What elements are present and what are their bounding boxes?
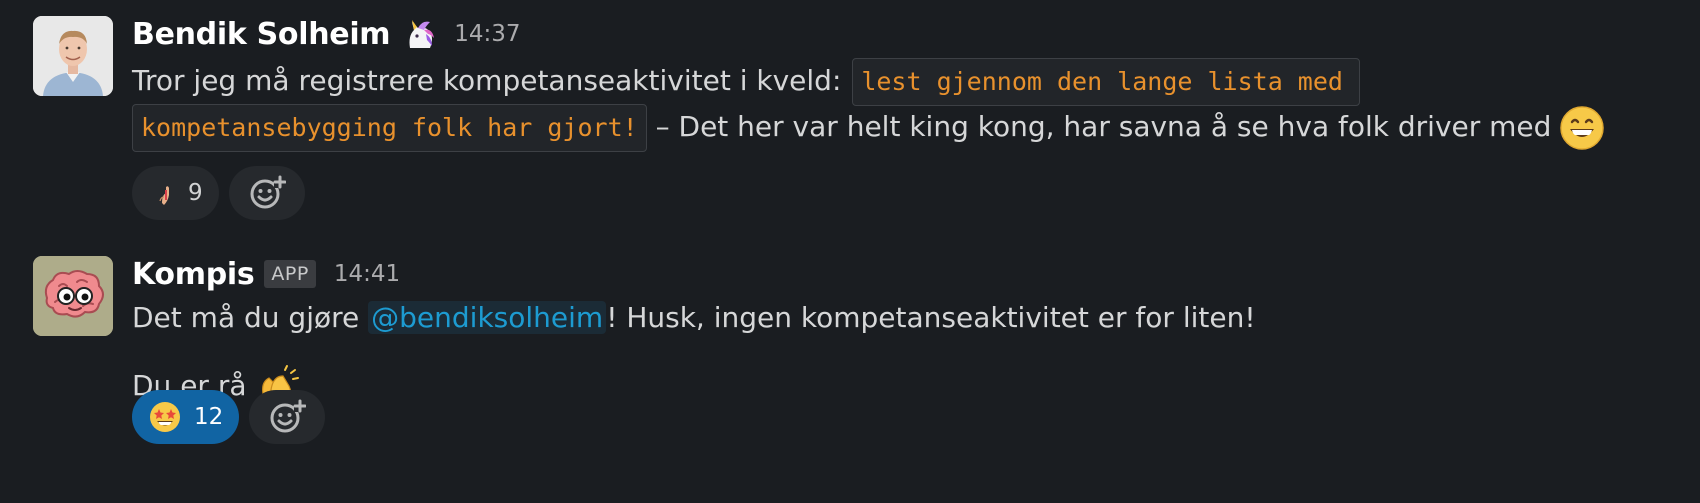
reaction-star-struck[interactable]: 12 — [132, 390, 240, 444]
message-text: ! Husk, ingen kompetanseaktivitet er for… — [606, 301, 1256, 334]
reaction-count: 9 — [188, 180, 203, 206]
author-name[interactable]: Kompis — [132, 257, 255, 292]
grinning-face-icon — [1560, 106, 1605, 150]
message-text: Det må du gjøre — [132, 301, 360, 334]
author-name[interactable]: Bendik Solheim — [132, 17, 391, 52]
reaction-flexed-biceps[interactable]: 9 — [132, 166, 219, 220]
message-kompis: Kompis APP 14:41 Det må du gjøre @bendik… — [0, 240, 1700, 503]
message-line-1: Det må du gjøre @bendiksolheim! Husk, in… — [132, 298, 1256, 338]
timestamp[interactable]: 14:41 — [334, 261, 400, 287]
inline-code: lest gjennom den lange lista med — [852, 58, 1360, 106]
avatar[interactable] — [33, 256, 113, 336]
reactions-bar: 9 — [132, 166, 305, 220]
message-bendik: Bendik Solheim 14:37 Tror jeg må registr… — [0, 0, 1700, 240]
message-text: – Det her var helt king kong, har savna … — [655, 110, 1552, 143]
add-emoji-icon — [250, 175, 286, 209]
avatar[interactable] — [33, 16, 113, 96]
message-line-1: Tror jeg må registrere kompetanseaktivit… — [132, 58, 1360, 106]
timestamp[interactable]: 14:37 — [454, 21, 520, 47]
brain-mascot-icon — [33, 256, 113, 336]
unicorn-icon — [409, 20, 435, 48]
user-photo-icon — [33, 16, 113, 96]
message-line-2: kompetansebygging folk har gjort! – Det … — [132, 104, 1605, 152]
inline-code: kompetansebygging folk har gjort! — [132, 104, 647, 152]
reactions-bar: 12 — [132, 390, 326, 444]
flexed-biceps-icon — [159, 186, 169, 205]
message-header: Bendik Solheim 14:37 — [132, 14, 521, 54]
message-header: Kompis APP 14:41 — [132, 254, 400, 294]
user-mention[interactable]: @bendiksolheim — [368, 301, 607, 334]
add-reaction-button[interactable] — [228, 166, 305, 220]
message-text: Tror jeg må registrere kompetanseaktivit… — [132, 64, 842, 97]
reaction-count: 12 — [194, 404, 224, 430]
add-emoji-icon — [270, 399, 307, 433]
app-badge: APP — [264, 260, 316, 288]
add-reaction-button[interactable] — [249, 390, 326, 444]
star-struck-icon — [150, 402, 180, 432]
